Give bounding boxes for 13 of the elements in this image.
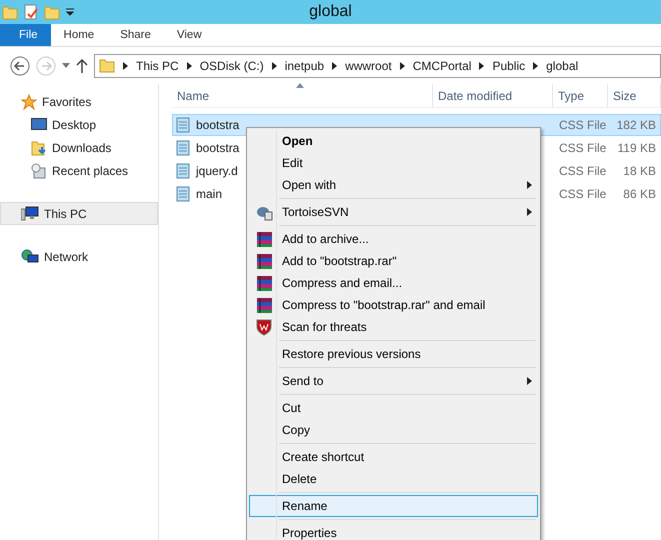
file-name: jquery.d bbox=[196, 164, 238, 178]
file-size: 18 KB bbox=[622, 164, 657, 178]
file-name: bootstra bbox=[196, 118, 240, 132]
file-name: bootstra bbox=[196, 141, 240, 155]
file-type: CSS File bbox=[558, 141, 608, 155]
file-size: 182 KB bbox=[616, 118, 657, 132]
file-size: 119 KB bbox=[616, 141, 657, 155]
file-type: CSS File bbox=[558, 187, 608, 201]
file-size: 86 KB bbox=[622, 187, 657, 201]
file-type: CSS File bbox=[558, 164, 608, 178]
file-type: CSS File bbox=[558, 118, 608, 132]
file-name: main bbox=[196, 187, 222, 201]
window-title: global bbox=[309, 3, 352, 21]
